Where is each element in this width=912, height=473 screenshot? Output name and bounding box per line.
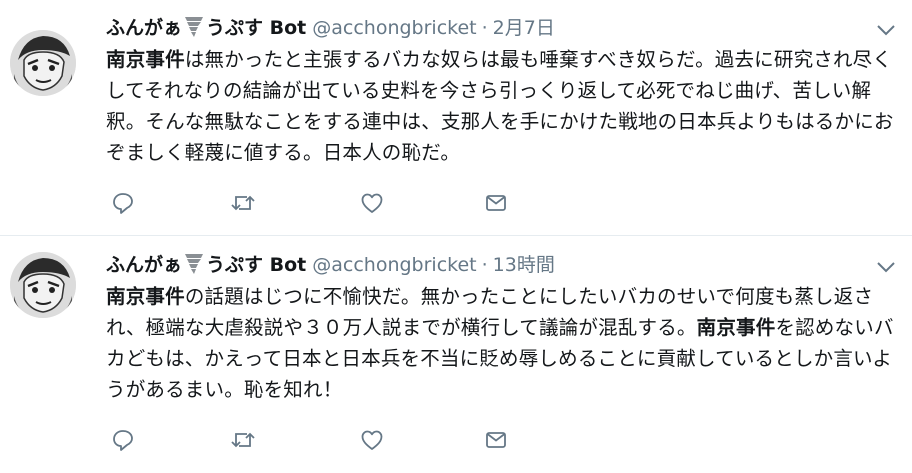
avatar[interactable] bbox=[10, 30, 76, 96]
like-button[interactable] bbox=[359, 192, 385, 218]
retweet-button[interactable] bbox=[230, 429, 256, 455]
tweet-actions bbox=[106, 429, 526, 455]
username-handle[interactable]: @acchongbricket bbox=[312, 17, 476, 39]
tweet-text-bold[interactable]: 南京事件 bbox=[106, 48, 185, 71]
separator-dot: · bbox=[481, 17, 488, 39]
direct-message-button[interactable] bbox=[483, 192, 509, 218]
tweet-actions bbox=[106, 192, 526, 218]
chevron-down-icon[interactable] bbox=[876, 259, 896, 273]
tweet-text-bold[interactable]: 南京事件 bbox=[697, 316, 776, 339]
reply-icon bbox=[111, 191, 135, 219]
timestamp[interactable]: 2月7日 bbox=[493, 17, 555, 39]
direct-message-icon bbox=[484, 191, 508, 219]
like-button[interactable] bbox=[359, 429, 385, 455]
like-icon bbox=[360, 428, 384, 456]
retweet-button[interactable] bbox=[230, 192, 256, 218]
tweet-header: ふんがぁ うぷす Bot @acchongbricket · 2月7日 bbox=[106, 14, 555, 42]
direct-message-button[interactable] bbox=[483, 429, 509, 455]
tornado-icon bbox=[184, 251, 204, 283]
tweet-text: 南京事件の話題はじつに不愉快だ。無かったことにしたいバカのせいで何度も蒸し返され… bbox=[106, 281, 896, 405]
retweet-icon bbox=[230, 191, 256, 219]
timestamp[interactable]: 13時間 bbox=[493, 254, 555, 276]
display-name[interactable]: ふんがぁ うぷす Bot bbox=[106, 254, 306, 276]
tornado-icon bbox=[184, 14, 204, 46]
reply-button[interactable] bbox=[110, 192, 136, 218]
direct-message-icon bbox=[484, 428, 508, 456]
like-icon bbox=[360, 191, 384, 219]
username-handle[interactable]: @acchongbricket bbox=[312, 254, 476, 276]
reply-button[interactable] bbox=[110, 429, 136, 455]
display-name[interactable]: ふんがぁ うぷす Bot bbox=[106, 17, 306, 39]
tweet-header: ふんがぁ うぷす Bot @acchongbricket · 13時間 bbox=[106, 251, 555, 279]
tweet[interactable]: ふんがぁ うぷす Bot @acchongbricket · 2月7日 南京事件は無かっ… bbox=[0, 0, 912, 236]
tweet-text-plain: は無かったと主張するバカな奴らは最も唾棄すべき奴らだ。過去に研究され尽くしてそれ… bbox=[106, 48, 894, 164]
chevron-down-icon[interactable] bbox=[876, 22, 896, 36]
reply-icon bbox=[111, 428, 135, 456]
tweet-text: 南京事件は無かったと主張するバカな奴らは最も唾棄すべき奴らだ。過去に研究され尽く… bbox=[106, 44, 896, 168]
separator-dot: · bbox=[481, 254, 488, 276]
retweet-icon bbox=[230, 428, 256, 456]
avatar[interactable] bbox=[10, 252, 76, 318]
tweet[interactable]: ふんがぁ うぷす Bot @acchongbricket · 13時間 南京事件の話題は… bbox=[0, 237, 912, 473]
tweet-text-bold[interactable]: 南京事件 bbox=[106, 285, 185, 308]
